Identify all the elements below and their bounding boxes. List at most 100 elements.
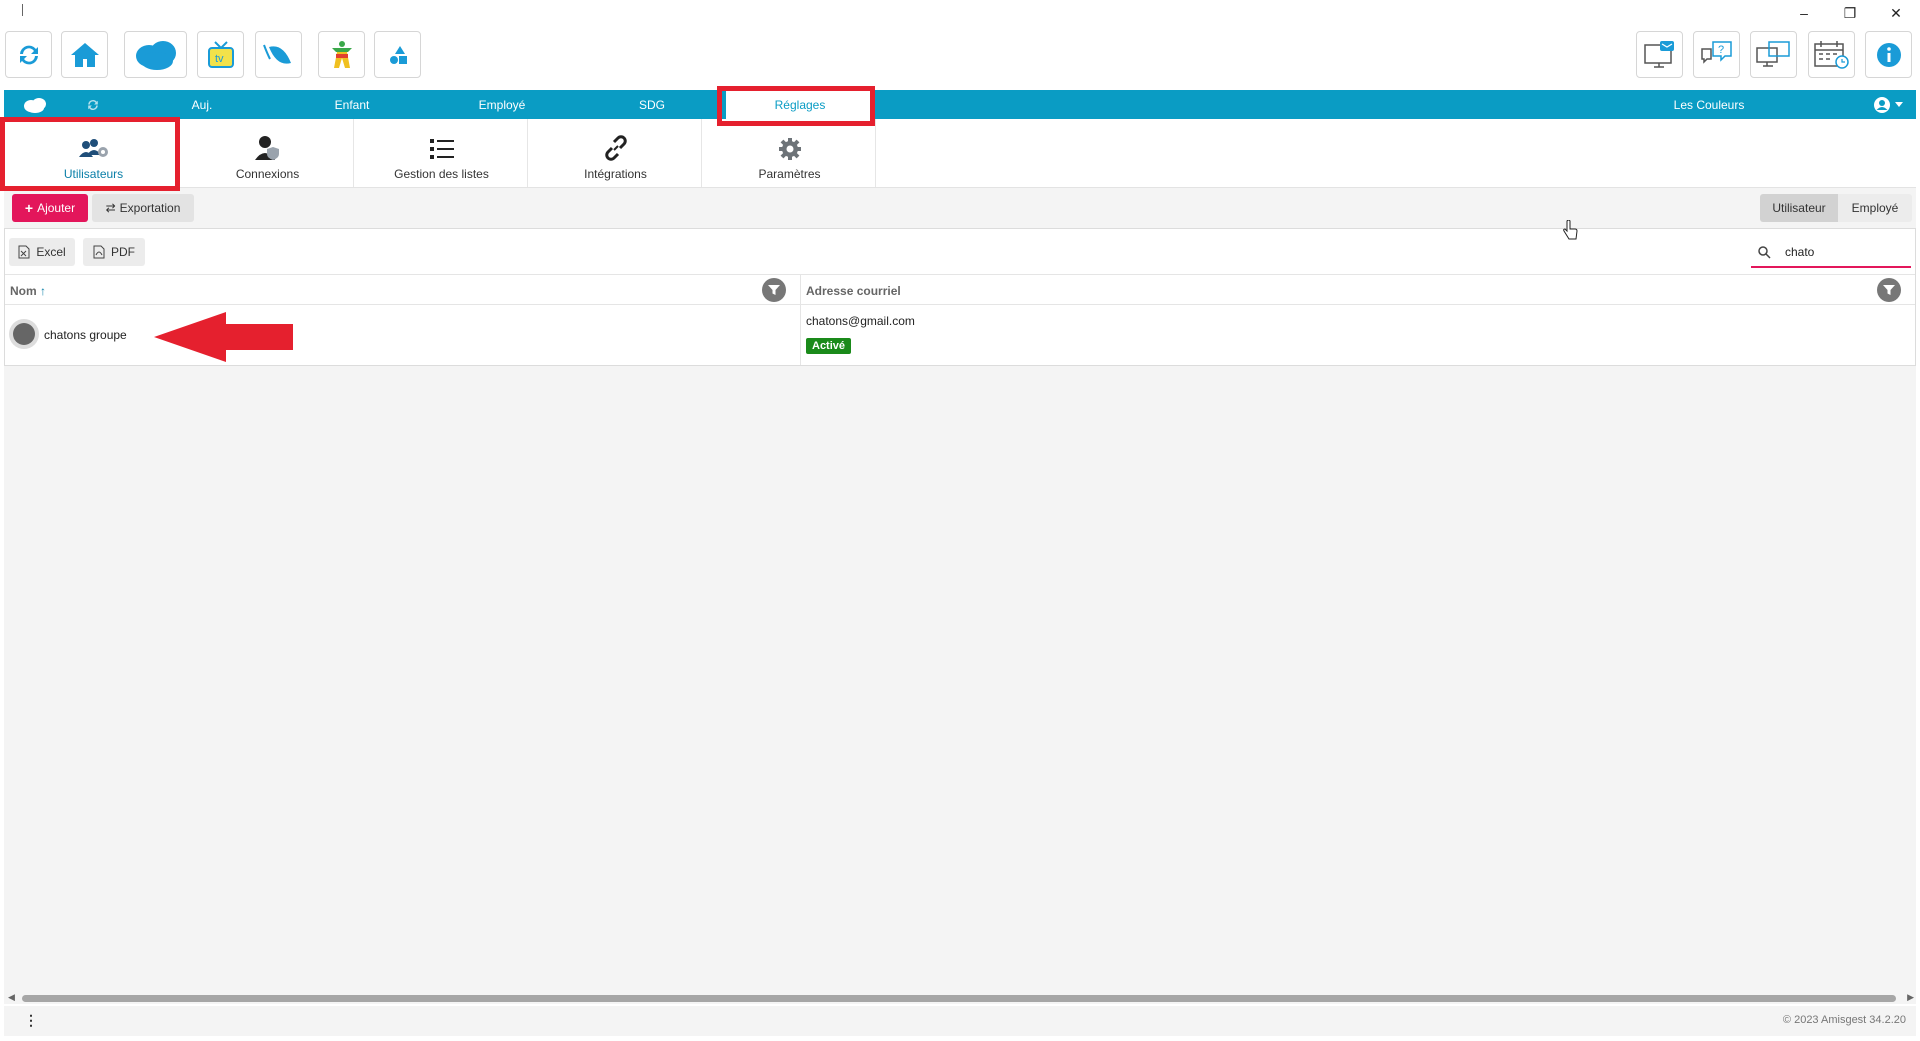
monitor-message-icon xyxy=(1643,40,1674,68)
shapes-button[interactable] xyxy=(374,31,421,78)
subtab-gestion-des-listes[interactable]: Gestion des listes xyxy=(356,119,528,187)
export-button[interactable]: ⇄ Exportation xyxy=(92,194,194,222)
restore-button[interactable]: ❐ xyxy=(1827,0,1873,26)
segment-employe[interactable]: Employé xyxy=(1838,194,1912,222)
leaf-button[interactable] xyxy=(255,31,302,78)
nav-item-auj[interactable]: Auj. xyxy=(142,90,262,119)
subtab-utilisateurs[interactable]: Utilisateurs xyxy=(8,119,180,187)
user-email: chatons@gmail.com xyxy=(806,314,915,328)
subtab-parametres[interactable]: Paramètres xyxy=(704,119,876,187)
search-input[interactable] xyxy=(1785,245,1895,259)
settings-subtabs: Utilisateurs Connexions Gestion des list… xyxy=(4,119,1916,188)
funnel-icon xyxy=(768,285,780,295)
annotation-arrow-icon xyxy=(154,312,293,362)
home-button[interactable] xyxy=(61,31,108,78)
subtab-label: Intégrations xyxy=(584,167,647,181)
filter-adresse-button[interactable] xyxy=(1877,278,1901,302)
add-button[interactable]: + Ajouter xyxy=(12,194,88,222)
main-nav: Auj. Enfant Employé SDG Réglages Les Cou… xyxy=(4,90,1916,119)
nav-item-sdg[interactable]: SDG xyxy=(592,90,712,119)
close-button[interactable]: ✕ xyxy=(1873,0,1919,26)
footer-menu-icon[interactable]: ⋮ xyxy=(24,1012,38,1029)
funnel-icon xyxy=(1883,285,1895,295)
search-box[interactable] xyxy=(1751,238,1911,268)
info-icon xyxy=(1876,42,1901,67)
cloud-icon xyxy=(135,40,176,70)
nav-refresh[interactable] xyxy=(80,90,106,119)
column-divider xyxy=(800,305,801,365)
refresh-button[interactable] xyxy=(5,31,52,78)
filter-nom-button[interactable] xyxy=(762,278,786,302)
excel-icon xyxy=(18,245,30,259)
screen-share-icon xyxy=(1755,40,1790,67)
nav-item-employe[interactable]: Employé xyxy=(442,90,562,119)
status-badge: Activé xyxy=(806,338,852,354)
scroll-right-icon[interactable]: ▶ xyxy=(1907,992,1914,1003)
column-header-adresse[interactable]: Adresse courriel xyxy=(806,284,901,298)
leaf-icon xyxy=(262,44,291,64)
users-gear-icon xyxy=(78,135,110,161)
grid-toolbar: Excel PDF xyxy=(5,229,1915,275)
subtab-connexions[interactable]: Connexions xyxy=(182,119,354,187)
tv-icon: tv xyxy=(207,40,234,68)
chevron-down-icon xyxy=(1895,101,1903,107)
segment-utilisateur[interactable]: Utilisateur xyxy=(1760,194,1838,222)
shapes-icon xyxy=(389,45,407,64)
minimize-button[interactable]: – xyxy=(1781,0,1827,26)
svg-text:tv: tv xyxy=(215,53,224,65)
monitor-message-button[interactable] xyxy=(1636,31,1683,78)
cloud-button[interactable] xyxy=(124,31,187,78)
plus-icon: + xyxy=(24,200,34,216)
nav-item-enfant[interactable]: Enfant xyxy=(292,90,412,119)
refresh-icon xyxy=(19,45,38,64)
search-icon xyxy=(1758,246,1771,259)
text-cursor xyxy=(22,4,23,16)
info-button[interactable] xyxy=(1865,31,1912,78)
excel-export-button[interactable]: Excel xyxy=(9,238,75,266)
sort-ascending-icon: ↑ xyxy=(40,284,47,298)
home-icon xyxy=(70,42,99,67)
cloud-logo-icon xyxy=(24,97,46,113)
nav-item-reglages[interactable]: Réglages xyxy=(726,90,874,119)
window-titlebar: – ❐ ✕ xyxy=(0,0,1920,26)
pdf-icon xyxy=(93,245,105,259)
character-button[interactable] xyxy=(318,31,365,78)
hand-pointer-icon xyxy=(1563,220,1578,240)
horizontal-scrollbar[interactable]: ◀ ▶ xyxy=(4,992,1916,1004)
character-icon xyxy=(331,40,352,68)
user-shield-icon xyxy=(253,135,283,161)
subtab-integrations[interactable]: Intégrations xyxy=(530,119,702,187)
copyright-text: © 2023 Amisgest 34.2.20 xyxy=(1782,1014,1906,1026)
help-chat-icon: ? xyxy=(1700,40,1732,64)
screen-share-button[interactable] xyxy=(1750,31,1797,78)
svg-text:?: ? xyxy=(1718,44,1724,56)
column-divider xyxy=(800,275,801,305)
avatar xyxy=(9,319,39,349)
scroll-left-icon[interactable]: ◀ xyxy=(8,992,15,1003)
nav-refresh-icon xyxy=(88,99,98,110)
tv-button[interactable]: tv xyxy=(197,31,244,78)
calendar-clock-icon xyxy=(1813,40,1849,69)
app-toolbar: tv ? xyxy=(0,26,1920,84)
org-name[interactable]: Les Couleurs xyxy=(1624,90,1794,119)
gear-icon xyxy=(778,135,802,161)
swap-arrows-icon: ⇄ xyxy=(105,201,116,215)
scrollbar-thumb[interactable] xyxy=(22,995,1896,1002)
subtab-label: Utilisateurs xyxy=(63,167,124,181)
user-avatar-icon xyxy=(1874,96,1890,113)
user-name: chatons groupe xyxy=(44,328,127,342)
subtab-label: Connexions xyxy=(235,167,300,181)
user-menu[interactable] xyxy=(1866,90,1910,119)
subtab-label: Gestion des listes xyxy=(394,167,489,181)
help-chat-button[interactable]: ? xyxy=(1693,31,1740,78)
nav-cloud-logo[interactable] xyxy=(20,90,50,119)
content-area xyxy=(4,366,1916,992)
pdf-export-button[interactable]: PDF xyxy=(83,238,145,266)
grid-header: Nom ↑ Adresse courriel xyxy=(5,275,1915,305)
action-bar: + Ajouter ⇄ Exportation Utilisateur Empl… xyxy=(4,188,1916,228)
subtab-label: Paramètres xyxy=(758,167,821,181)
column-header-nom[interactable]: Nom ↑ xyxy=(10,284,46,298)
list-icon xyxy=(429,135,455,161)
calendar-clock-button[interactable] xyxy=(1808,31,1855,78)
footer: ⋮ © 2023 Amisgest 34.2.20 xyxy=(4,1006,1916,1036)
